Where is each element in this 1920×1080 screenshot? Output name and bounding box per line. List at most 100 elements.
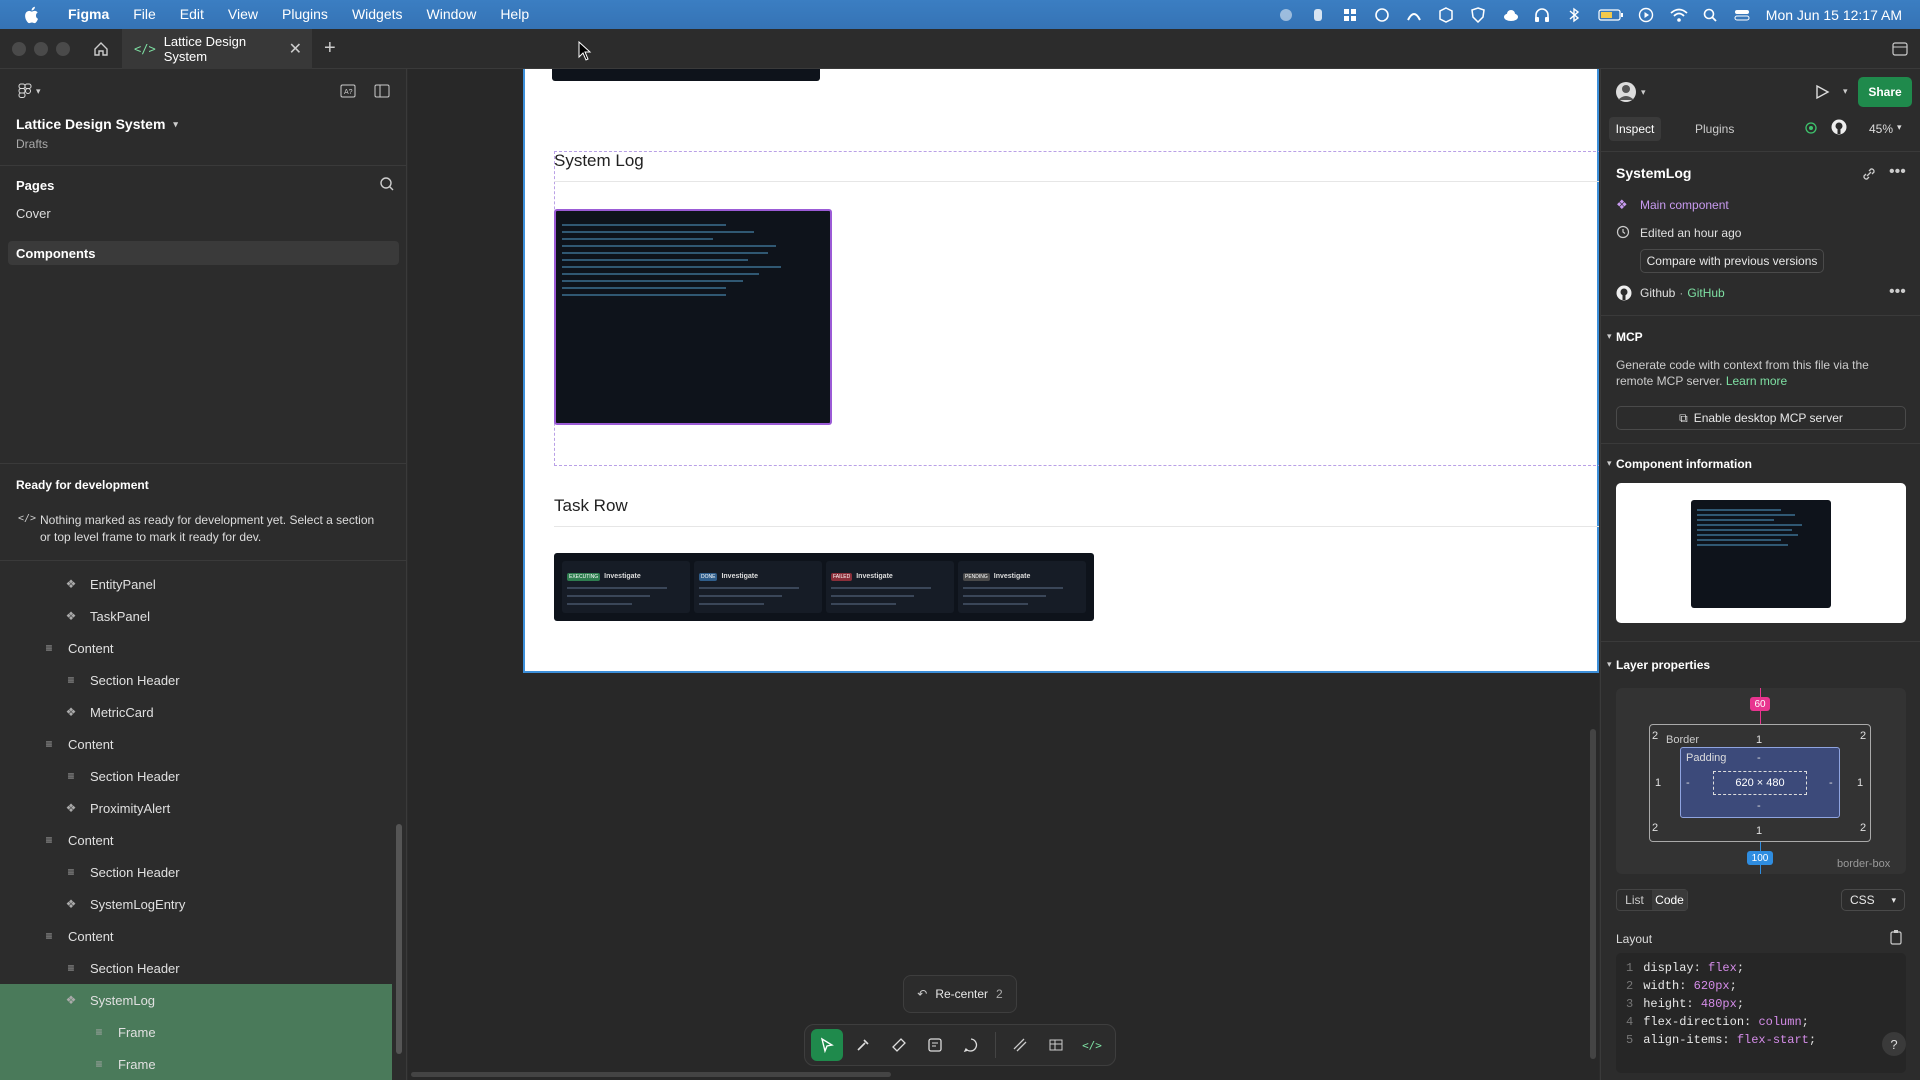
section-title-task-row[interactable]: Task Row [554,496,628,516]
task-card[interactable]: PENDING Investigate [958,561,1086,613]
learn-more-link[interactable]: Learn more [1726,374,1787,388]
tab-plugins[interactable]: Plugins [1695,122,1734,136]
radius-top-left-value[interactable]: 2 [1652,730,1658,742]
share-button[interactable]: Share [1858,77,1912,107]
layer-item[interactable]: ≡ Frame [0,1016,392,1048]
asset-panel-icon[interactable]: A? [340,83,356,102]
layer-item[interactable]: ❖ EntityPanel [0,568,392,600]
layer-item[interactable]: ≡ Content [0,728,392,760]
layer-item[interactable]: ❖ ProximityAlert [0,792,392,824]
wifi-icon[interactable] [1670,7,1688,23]
canvas-horizontal-scrollbar[interactable] [411,1072,891,1077]
bluetooth-icon[interactable] [1566,7,1584,23]
github-icon[interactable] [1831,119,1847,138]
mcp-heading[interactable]: MCP [1616,330,1643,344]
draw-mode-button[interactable] [1004,1029,1036,1061]
chevron-down-icon[interactable]: ▾ [1607,458,1612,469]
layer-item[interactable]: ≡ Frame [0,1048,392,1080]
home-icon[interactable] [92,40,110,61]
menu-file[interactable]: File [121,0,168,29]
content-size[interactable]: 620 × 480 [1713,771,1807,795]
layer-item[interactable]: ≡ Content [0,920,392,952]
apps-grid-icon[interactable] [1342,7,1360,23]
more-options-icon[interactable]: ••• [1889,163,1906,181]
color-picker-button[interactable] [847,1029,879,1061]
menu-app-name[interactable]: Figma [56,0,121,29]
figma-status-icon[interactable] [1310,7,1328,23]
file-location[interactable]: Drafts [16,137,48,151]
chevron-down-icon[interactable]: ▾ [1607,331,1612,342]
border-top-value[interactable]: 1 [1756,734,1762,746]
system-log-component[interactable] [554,209,832,425]
avatar[interactable]: ▾ [1615,81,1646,103]
layer-item[interactable]: ❖ TaskPanel [0,600,392,632]
tab-inspect[interactable]: Inspect [1609,117,1661,141]
menu-window[interactable]: Window [415,0,489,29]
present-play-icon[interactable] [1814,84,1830,103]
shield-icon[interactable] [1470,6,1488,23]
at-icon[interactable] [1374,7,1392,23]
compare-versions-button[interactable]: Compare with previous versions [1640,249,1824,273]
padding-left-value[interactable]: - [1686,777,1690,789]
chevron-down-icon[interactable]: ▾ [1607,659,1612,670]
measure-tool-button[interactable] [883,1029,915,1061]
menu-plugins[interactable]: Plugins [270,0,340,29]
radius-top-right-value[interactable]: 2 [1860,730,1866,742]
apple-icon[interactable] [20,4,42,26]
window-close-button[interactable] [12,42,26,56]
border-bottom-value[interactable]: 1 [1756,825,1762,837]
play-circle-icon[interactable] [1638,7,1656,23]
layer-item[interactable]: ❖ MetricCard [0,696,392,728]
battery-icon[interactable] [1598,7,1624,23]
radius-bottom-left-value[interactable]: 2 [1652,822,1658,834]
spotlight-search-icon[interactable] [1702,7,1720,23]
tab-lattice-design-system[interactable]: </> Lattice Design System ✕ [122,29,312,69]
main-menu-button[interactable]: ▾ [18,83,41,99]
help-button[interactable]: ? [1882,1032,1906,1056]
recenter-button[interactable]: ↶ Re-center 2 [903,975,1017,1013]
layer-item[interactable]: ≡ Content [0,632,392,664]
radius-bottom-right-value[interactable]: 2 [1860,822,1866,834]
layer-item[interactable]: ≡ Content [0,824,392,856]
copy-clipboard-icon[interactable] [1889,929,1903,948]
margin-top-value[interactable]: 60 [1750,697,1770,711]
zoom-dropdown[interactable]: 45% ▾ [1869,122,1902,136]
link-icon[interactable] [1861,166,1877,185]
layer-item[interactable]: ≡ Section Header [0,760,392,792]
layers-scrollbar[interactable] [396,824,402,1054]
layer-properties-heading[interactable]: Layer properties [1616,658,1710,672]
layer-item[interactable]: ≡ Section Header [0,664,392,696]
border-left-value[interactable]: 1 [1655,777,1661,789]
layer-item[interactable]: ≡ Section Header [0,952,392,984]
layer-item[interactable]: ❖ SystemLogEntry [0,888,392,920]
border-right-value[interactable]: 1 [1857,777,1863,789]
task-row-component[interactable]: EXECUTING Investigate DONE Investigate FAILE… [554,553,1094,621]
dev-mode-toggle-button[interactable]: </> [1076,1029,1108,1061]
clock[interactable]: Mon Jun 15 12:17 AM [1766,7,1902,23]
layer-item[interactable]: ≡ Section Header [0,856,392,888]
canvas-vertical-scrollbar[interactable] [1590,729,1596,1059]
task-card[interactable]: EXECUTING Investigate [562,561,690,613]
more-options-icon[interactable]: ••• [1889,283,1906,301]
move-tool-button[interactable] [811,1029,843,1061]
cube-icon[interactable] [1438,6,1456,23]
component-info-heading[interactable]: Component information [1616,457,1752,471]
margin-bottom-value[interactable]: 100 [1747,851,1773,865]
task-card[interactable]: DONE Investigate [694,561,822,613]
canvas[interactable]: System Log Task Row EXECUTING Investigate… [408,69,1599,1080]
enable-mcp-button[interactable]: ⧉ Enable desktop MCP server [1616,406,1906,430]
code-view-tab[interactable]: Code [1652,890,1687,910]
language-select[interactable]: CSS ▾ [1841,889,1905,911]
padding-top-value[interactable]: - [1757,752,1761,764]
record-icon[interactable] [1278,7,1296,23]
menu-edit[interactable]: Edit [168,0,216,29]
padding-bottom-value[interactable]: - [1757,800,1761,812]
chevron-down-icon[interactable]: ▾ [1843,86,1848,97]
comment-tool-button[interactable] [955,1029,987,1061]
menu-view[interactable]: View [216,0,270,29]
file-name[interactable]: Lattice Design System ▾ [16,116,178,132]
close-icon[interactable]: ✕ [289,39,302,59]
window-minimize-button[interactable] [34,42,48,56]
menu-widgets[interactable]: Widgets [340,0,415,29]
page-item-components[interactable]: Components [8,241,399,265]
